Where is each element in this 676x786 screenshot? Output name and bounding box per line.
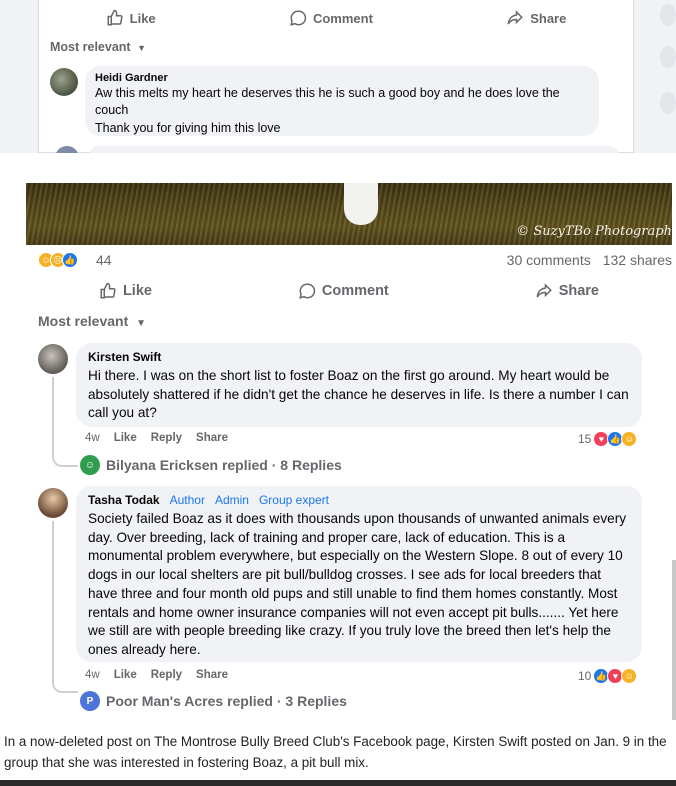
image-caption: In a now-deleted post on The Montrose Bu… (4, 734, 667, 770)
top-screenshot: Like Comment Share Most relevant ▼ Heidi… (0, 0, 676, 153)
sort-label: Most relevant (50, 40, 131, 54)
bottom-screenshot: © SuzyTBo Photograph ☺ ☹ 👍 44 30 comment… (4, 183, 672, 725)
share-icon (536, 283, 552, 298)
comment-label: Comment (312, 10, 373, 26)
haha-reaction-icon: ☺ (621, 431, 638, 447)
post-photo[interactable]: © SuzyTBo Photograph (26, 183, 672, 245)
like-label: Like (129, 10, 156, 26)
comment-time[interactable]: 4w (85, 432, 100, 444)
comment-reply-link[interactable]: Reply (151, 432, 182, 444)
chevron-down-icon: ▼ (136, 318, 147, 329)
comment-author[interactable]: Tasha Todak (88, 493, 160, 507)
avatar[interactable] (38, 488, 68, 518)
haha-reaction-icon: ☺ (621, 668, 638, 684)
engagement-counts: 30 comments 132 shares (507, 252, 672, 268)
thread-connector (52, 521, 78, 693)
bottom-border (0, 780, 676, 786)
group-expert-badge: Group expert (258, 493, 329, 507)
comment-bubble: Kirsten Swift Hi there. I was on the sho… (76, 343, 642, 427)
sort-label: Most relevant (38, 313, 129, 329)
comment-author[interactable]: Heidi Gardner (95, 72, 589, 84)
comment-icon (290, 10, 307, 26)
post-actions: Like Comment Share (26, 277, 672, 305)
avatar[interactable] (38, 344, 68, 374)
reply-avatar: ☺ (80, 455, 100, 475)
comment-like-link[interactable]: Like (114, 432, 137, 444)
shares-count[interactable]: 132 shares (603, 252, 672, 268)
thumbs-up-icon (100, 282, 116, 299)
reaction-count[interactable]: 44 (96, 252, 112, 268)
comment-header: Tasha Todak Author Admin Group expert (88, 493, 630, 507)
like-button[interactable]: Like (99, 282, 152, 300)
view-replies-link[interactable]: ☺ Bilyana Ericksen replied · 8 Replies (80, 455, 342, 475)
view-replies-link[interactable]: P Poor Man's Acres replied · 3 Replies (80, 691, 347, 711)
scroll-indicator (660, 4, 676, 26)
like-label: Like (122, 283, 152, 299)
reply-avatar: P (80, 691, 100, 711)
chevron-down-icon: ▼ (137, 43, 146, 53)
comment-icon (299, 283, 316, 299)
admin-badge: Admin (214, 493, 249, 507)
comment-reactions[interactable]: 15 ♥ 👍 ☺ (578, 431, 638, 447)
comment-button[interactable]: Comment (298, 282, 389, 300)
scroll-indicator (660, 46, 676, 68)
sort-dropdown[interactable]: Most relevant ▼ (38, 313, 146, 329)
comments-count[interactable]: 30 comments (507, 252, 591, 268)
comment-reply-link[interactable]: Reply (151, 669, 182, 681)
share-icon (507, 10, 524, 25)
comment-bubble: Tasha Todak Author Admin Group expert So… (76, 486, 642, 662)
comment-reaction-count: 10 (578, 669, 592, 683)
comment-reaction-count: 15 (578, 432, 592, 446)
author-badge: Author (169, 493, 205, 507)
post-stats: ☺ ☹ 👍 44 30 comments 132 shares (38, 249, 672, 273)
comment-header: Kirsten Swift (88, 350, 630, 364)
replies-label: Bilyana Ericksen replied · 8 Replies (106, 457, 342, 473)
comment-bubble: Heidi Gardner Aw this melts my heart he … (85, 66, 599, 136)
thumbs-up-icon (107, 9, 123, 26)
comment-reactions[interactable]: 10 👍 ♥ ☺ (578, 668, 638, 684)
scrollbar[interactable] (672, 560, 676, 720)
comment-text-continued: Thank you for giving him this love (95, 121, 281, 135)
comment-author[interactable]: Kirsten Swift (88, 350, 161, 364)
comment-like-link[interactable]: Like (114, 669, 137, 681)
post-card: Like Comment Share Most relevant ▼ Heidi… (38, 0, 634, 153)
comment-text: Hi there. I was on the short list to fos… (88, 368, 629, 421)
dog-figure (344, 183, 378, 225)
thread-connector (52, 377, 78, 467)
comment-text: Aw this melts my heart he deserves this … (95, 86, 560, 117)
reaction-icons[interactable]: ☺ ☹ 👍 (38, 252, 78, 268)
comment-text: Society failed Boaz as it does with thou… (88, 511, 627, 657)
share-label: Share (558, 283, 599, 299)
comment-actions: 4w Like Reply Share (85, 432, 228, 444)
sort-dropdown[interactable]: Most relevant ▼ (50, 40, 146, 54)
share-button[interactable]: Share (535, 282, 599, 300)
like-button[interactable]: Like (106, 9, 156, 27)
avatar[interactable] (50, 68, 78, 96)
comment-time[interactable]: 4w (85, 669, 100, 681)
avatar[interactable] (55, 146, 79, 153)
comment-button[interactable]: Comment (289, 9, 373, 27)
share-button[interactable]: Share (506, 9, 566, 27)
photo-credit: © SuzyTBo Photograph (516, 224, 672, 239)
comment-actions: 4w Like Reply Share (85, 669, 228, 681)
comment-label: Comment (321, 283, 389, 299)
scroll-indicator (660, 92, 676, 114)
share-label: Share (530, 10, 567, 26)
comment-bubble (89, 146, 619, 153)
comment-share-link[interactable]: Share (196, 669, 228, 681)
post-actions: Like Comment Share (39, 4, 633, 32)
like-reaction-icon: 👍 (62, 252, 78, 268)
replies-label: Poor Man's Acres replied · 3 Replies (106, 693, 347, 709)
comment-share-link[interactable]: Share (196, 432, 228, 444)
